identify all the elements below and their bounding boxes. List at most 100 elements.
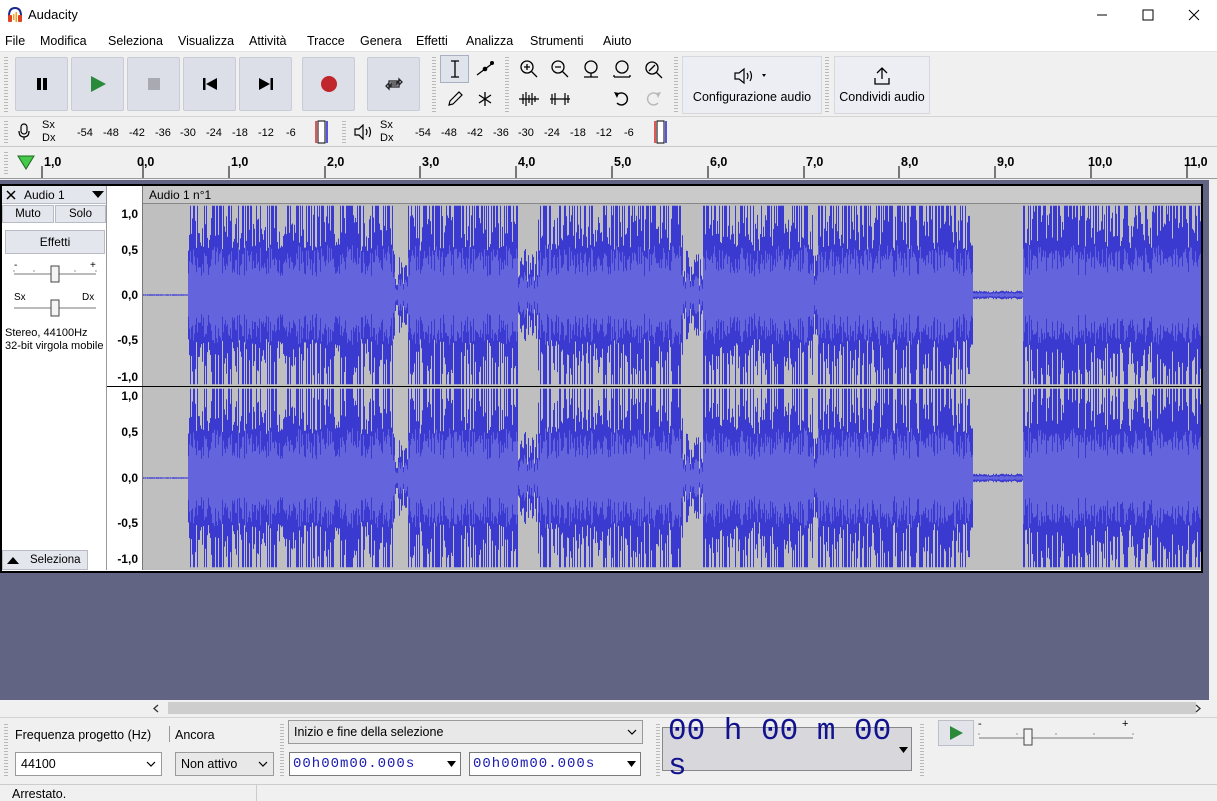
menu-strumenti[interactable]: Strumenti xyxy=(530,34,584,48)
trim-audio-button[interactable] xyxy=(514,85,543,113)
skip-to-start-button[interactable] xyxy=(183,57,236,111)
time-grip[interactable] xyxy=(280,724,284,778)
menu-seleziona[interactable]: Seleziona xyxy=(108,34,163,48)
microphone-icon[interactable] xyxy=(17,123,31,141)
maximize-button[interactable] xyxy=(1125,0,1171,30)
record-meter-tick: -36 xyxy=(155,127,171,139)
play-speed-grip[interactable] xyxy=(920,724,924,778)
clip-header[interactable]: Audio 1 n°1 xyxy=(143,186,1201,204)
zoom-out-button[interactable] xyxy=(545,55,574,83)
status-text: Arrestato. xyxy=(12,787,67,801)
zoom-toggle-button[interactable] xyxy=(638,55,667,83)
edit-grip[interactable] xyxy=(505,57,509,113)
mute-button[interactable]: Muto xyxy=(2,205,54,223)
skip-to-end-button[interactable] xyxy=(239,57,292,111)
share-audio-button[interactable]: Condividi audio xyxy=(834,56,930,114)
menu-modifica[interactable]: Modifica xyxy=(40,34,87,48)
tools-grip[interactable] xyxy=(432,57,436,113)
share-audio-label: Condividi audio xyxy=(839,90,925,104)
record-meter[interactable]: -54 -48 -42 -36 -30 -24 -18 -12 -6 xyxy=(60,120,330,144)
play-meter-grip[interactable] xyxy=(342,121,346,143)
menu-aiuto[interactable]: Aiuto xyxy=(603,34,632,48)
redo-button[interactable] xyxy=(638,85,667,113)
record-meter-grip[interactable] xyxy=(4,121,8,143)
solo-button[interactable]: Solo xyxy=(55,205,106,223)
speaker-icon[interactable] xyxy=(353,124,375,140)
stop-button[interactable] xyxy=(127,57,180,111)
record-meter-tick: -30 xyxy=(180,127,196,139)
track-name[interactable]: Audio 1 xyxy=(24,188,65,202)
draw-tool[interactable] xyxy=(440,85,469,113)
audio-setup-button[interactable]: Configurazione audio xyxy=(682,56,822,114)
stop-icon xyxy=(147,78,160,90)
menu-tracce[interactable]: Tracce xyxy=(307,34,345,48)
share-grip[interactable] xyxy=(825,57,829,113)
close-button[interactable] xyxy=(1171,0,1217,30)
play-meter[interactable]: -54 -48 -42 -36 -30 -24 -18 -12 -6 xyxy=(397,120,672,144)
record-meter-tick: -54 xyxy=(77,127,93,139)
track-close-icon[interactable] xyxy=(6,190,16,200)
selection-start-time[interactable]: 00h00m00.000s xyxy=(289,752,461,776)
scroll-left-arrow-icon[interactable] xyxy=(152,704,160,713)
play-meter-tick: -54 xyxy=(415,127,431,139)
amplitude-ruler[interactable]: 1,0 0,5 0,0 -0,5 -1,0 1,0 0,5 0,0 -0,5 -… xyxy=(107,186,143,570)
menu-attivita[interactable]: Attività xyxy=(249,34,287,48)
vertical-scrollbar[interactable] xyxy=(1209,180,1217,700)
selection-end-time[interactable]: 00h00m00.000s xyxy=(469,752,641,776)
loop-button[interactable] xyxy=(367,57,420,111)
horizontal-scroll-thumb[interactable] xyxy=(168,702,1196,714)
selection-grip[interactable] xyxy=(4,724,8,778)
multi-tool[interactable] xyxy=(470,85,499,113)
fit-project-button[interactable] xyxy=(607,55,636,83)
record-button[interactable] xyxy=(302,57,355,111)
audio-position-display[interactable]: 00 h 00 m 00 s xyxy=(662,714,912,784)
minimize-button[interactable] xyxy=(1079,0,1125,30)
timeline-ruler[interactable]: 1,0 0,0 1,0 2,0 3,0 4,0 5,0 6,0 7,0 8,0 … xyxy=(0,148,1217,179)
ruler-label: 6,0 xyxy=(710,155,728,169)
selection-mode-select[interactable]: Inizio e fine della selezione xyxy=(288,720,643,744)
play-meter-tick: -12 xyxy=(596,127,612,139)
menu-file[interactable]: File xyxy=(5,34,25,48)
gain-slider[interactable] xyxy=(12,264,98,284)
track-menu-dropdown-icon[interactable] xyxy=(92,191,104,199)
play-meter-tick: -36 xyxy=(493,127,509,139)
effects-button[interactable]: Effetti xyxy=(5,230,105,254)
record-meter-tick: -18 xyxy=(232,127,248,139)
ruler-label: 9,0 xyxy=(997,155,1015,169)
amp-label: 0,0 xyxy=(121,471,138,485)
silence-audio-button[interactable] xyxy=(545,85,574,113)
envelope-icon xyxy=(476,61,494,76)
menu-visualizza[interactable]: Visualizza xyxy=(178,34,234,48)
envelope-tool[interactable] xyxy=(470,55,499,83)
fit-selection-button[interactable] xyxy=(576,55,605,83)
scroll-right-arrow-icon[interactable] xyxy=(1194,704,1202,713)
loop-icon xyxy=(384,77,403,91)
snap-select[interactable]: Non attivo xyxy=(175,752,274,776)
audio-setup-grip[interactable] xyxy=(674,57,678,113)
zoom-selection-icon xyxy=(583,60,598,78)
pause-button[interactable] xyxy=(15,57,68,111)
close-icon xyxy=(1188,9,1200,21)
play-meter-right-label: Dx xyxy=(380,132,394,144)
redo-icon xyxy=(646,92,661,106)
waveform-clip[interactable] xyxy=(143,204,1201,570)
ruler-label: 5,0 xyxy=(614,155,632,169)
menu-effetti[interactable]: Effetti xyxy=(416,34,448,48)
amp-label: -0,5 xyxy=(117,333,138,347)
menu-analizza[interactable]: Analizza xyxy=(466,34,513,48)
play-speed-slider[interactable] xyxy=(976,726,1136,746)
selection-tool[interactable] xyxy=(440,55,469,83)
play-button[interactable] xyxy=(71,57,124,111)
undo-button[interactable] xyxy=(607,85,636,113)
menu-genera[interactable]: Genera xyxy=(360,34,402,48)
play-at-speed-button[interactable] xyxy=(938,720,974,746)
toolbar-grip[interactable] xyxy=(4,57,8,113)
time-display-grip[interactable] xyxy=(656,724,660,778)
project-rate-select[interactable]: 44100 xyxy=(15,752,162,776)
undo-icon xyxy=(613,92,628,106)
ruler-label: 4,0 xyxy=(518,155,536,169)
track-select-button[interactable]: Seleziona xyxy=(2,550,88,570)
pan-slider[interactable] xyxy=(12,298,98,318)
separator xyxy=(169,726,170,742)
zoom-in-button[interactable] xyxy=(514,55,543,83)
